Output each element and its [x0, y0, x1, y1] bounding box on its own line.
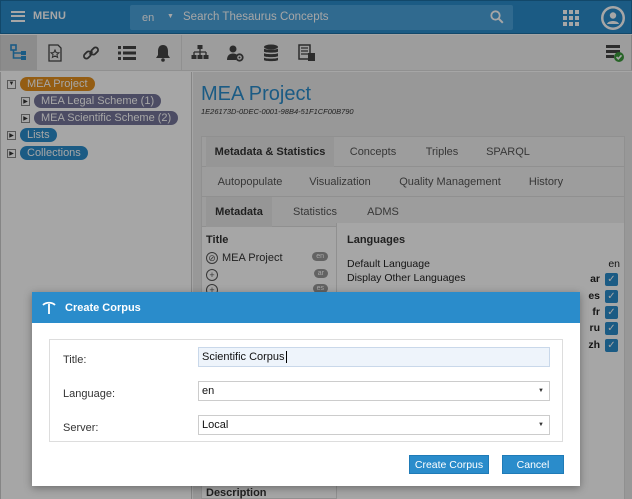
language-select-value: en [202, 385, 215, 397]
text-cursor [285, 351, 287, 363]
dialog-form: Title: Scientific Corpus Language: en ▼ … [49, 339, 563, 442]
dialog-title: Create Corpus [65, 301, 141, 314]
create-corpus-dialog: Create Corpus Title: Scientific Corpus L… [32, 292, 580, 486]
title-input-value: Scientific Corpus [202, 351, 285, 363]
title-field-label: Title: [63, 354, 87, 366]
server-select-value: Local [202, 419, 229, 431]
chevron-down-icon: ▼ [538, 388, 544, 394]
create-corpus-button[interactable]: Create Corpus [409, 455, 489, 474]
dialog-header: Create Corpus [32, 292, 580, 323]
language-select[interactable]: en ▼ [198, 381, 550, 401]
server-select[interactable]: Local ▼ [198, 415, 550, 435]
corpus-icon [42, 301, 56, 314]
cancel-button[interactable]: Cancel [502, 455, 564, 474]
chevron-down-icon: ▼ [538, 422, 544, 428]
server-field-label: Server: [63, 422, 99, 434]
language-field-label: Language: [63, 388, 115, 400]
title-input[interactable]: Scientific Corpus [198, 347, 550, 367]
